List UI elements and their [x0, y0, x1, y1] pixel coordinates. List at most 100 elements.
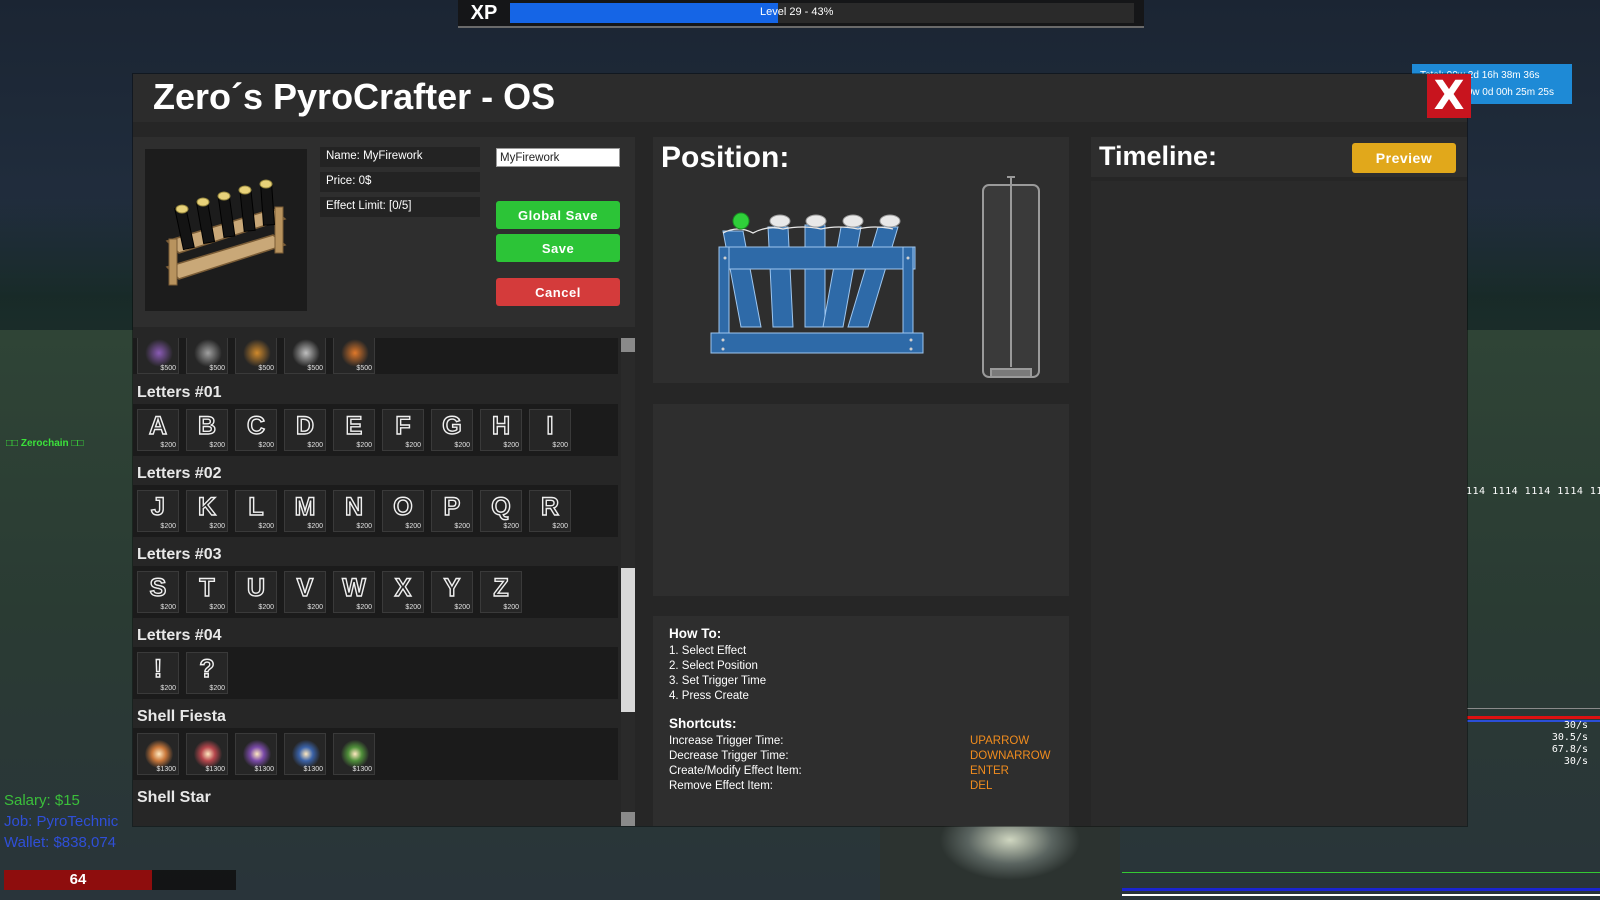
effect-tile[interactable]: F $200 [382, 409, 424, 451]
effect-glyph: Y [443, 573, 461, 602]
effect-tile[interactable]: T $200 [186, 571, 228, 613]
timeline-panel: Timeline: Preview [1091, 137, 1467, 826]
effect-tile[interactable]: X $200 [382, 571, 424, 613]
shell-burst-icon [292, 740, 320, 768]
shell-burst-icon [194, 740, 222, 768]
effect-limit-label: Effect Limit: [0/5] [320, 197, 480, 217]
effect-tile[interactable]: R $200 [529, 490, 571, 532]
scroll-up-arrow[interactable] [621, 338, 635, 352]
effect-tile[interactable]: I $200 [529, 409, 571, 451]
effect-tile[interactable]: L $200 [235, 490, 277, 532]
effect-tile[interactable]: G $200 [431, 409, 473, 451]
effect-glyph: N [344, 492, 364, 521]
rack-position-diagram[interactable] [653, 137, 1069, 383]
effect-glyph: W [341, 573, 366, 602]
effect-tile[interactable]: Y $200 [431, 571, 473, 613]
effect-tile[interactable]: $500 [333, 338, 375, 374]
effect-tile[interactable]: P $200 [431, 490, 473, 532]
effect-tile[interactable]: $500 [284, 338, 326, 374]
firework-name-input[interactable] [496, 148, 620, 167]
effects-list: $500 $500 $500 $500 $500 Letters #01 A $200 B $2… [133, 338, 635, 826]
effect-tile[interactable]: ! $200 [137, 652, 179, 694]
shortcut-action: Remove Effect Item: [669, 780, 773, 792]
effect-tile[interactable]: $500 [137, 338, 179, 374]
effect-tile[interactable]: D $200 [284, 409, 326, 451]
effect-glyph: X [394, 573, 412, 602]
job-text: Job: PyroTechnic [4, 813, 119, 830]
effect-tile[interactable]: K $200 [186, 490, 228, 532]
effect-tile[interactable]: Q $200 [480, 490, 522, 532]
rack-tube [804, 224, 826, 328]
timeline-title: Timeline: [1099, 141, 1218, 171]
global-save-button[interactable]: Global Save [496, 201, 620, 229]
effect-tile[interactable]: ? $200 [186, 652, 228, 694]
effect-tile[interactable]: B $200 [186, 409, 228, 451]
save-button[interactable]: Save [496, 234, 620, 262]
effect-price: $200 [454, 523, 470, 530]
effect-tile[interactable]: $1300 [333, 733, 375, 775]
window-title: Zero´s PyroCrafter - OS [153, 76, 556, 117]
effect-price: $200 [209, 523, 225, 530]
effect-price: $200 [503, 442, 519, 449]
effect-tile[interactable]: J $200 [137, 490, 179, 532]
net-rate: 30/s [1563, 756, 1588, 767]
effect-tile[interactable]: $500 [186, 338, 228, 374]
xp-fill [510, 3, 779, 23]
effect-tile[interactable]: H $200 [480, 409, 522, 451]
xp-track: Level 29 - 43% [510, 3, 1134, 23]
scroll-down-arrow[interactable] [621, 812, 635, 826]
effect-price: $1300 [254, 766, 274, 773]
shortcut-row: Remove Effect Item: DEL [669, 779, 1069, 794]
howto-title: How To: [669, 626, 722, 641]
window-header: Zero´s PyroCrafter - OS [133, 74, 1467, 122]
effect-tile[interactable]: V $200 [284, 571, 326, 613]
effect-tile[interactable]: U $200 [235, 571, 277, 613]
effect-tile[interactable]: Z $200 [480, 571, 522, 613]
shortcut-row: Decrease Trigger Time: DOWNARROW [669, 749, 1069, 764]
effect-glyph: H [491, 411, 511, 440]
effects-top-row: $500 $500 $500 $500 $500 [133, 338, 618, 374]
effect-tile[interactable]: $1300 [186, 733, 228, 775]
effect-tile[interactable]: O $200 [382, 490, 424, 532]
effect-tile[interactable]: W $200 [333, 571, 375, 613]
effect-tile[interactable]: M $200 [284, 490, 326, 532]
shell-burst-icon [145, 740, 173, 768]
shortcut-action: Decrease Trigger Time: [669, 750, 789, 762]
effect-tile-row: J $200 K $200 L $200 M $200 N $200 O $200 P $200 Q $200… [133, 485, 618, 537]
effect-price: $1300 [156, 766, 176, 773]
effect-price: $200 [258, 442, 274, 449]
close-button[interactable]: X [1427, 74, 1471, 118]
effect-tile[interactable]: $1300 [137, 733, 179, 775]
preview-button[interactable]: Preview [1352, 143, 1456, 173]
graph-blue-line [1122, 888, 1600, 891]
effect-price: $200 [160, 604, 176, 611]
xp-bar: XP Level 29 - 43% [458, 0, 1144, 28]
effect-preview-icon [341, 339, 369, 367]
cancel-button[interactable]: Cancel [496, 278, 620, 306]
effect-tile[interactable]: C $200 [235, 409, 277, 451]
rack-tube [767, 226, 794, 328]
effect-tile[interactable]: E $200 [333, 409, 375, 451]
graph-green-line [1122, 872, 1600, 873]
effect-tile[interactable]: S $200 [137, 571, 179, 613]
effect-tile[interactable]: A $200 [137, 409, 179, 451]
pyrocrafter-window: Zero´s PyroCrafter - OS X Name: MyFirewo… [133, 74, 1471, 826]
effect-price: $200 [405, 604, 421, 611]
effect-price: $200 [258, 523, 274, 530]
tube-slot [842, 214, 864, 228]
effect-tile-row: A $200 B $200 C $200 D $200 E $200 F $200 G $200 H $200… [133, 404, 618, 456]
tube-slot [769, 214, 791, 228]
effect-tile[interactable]: $500 [235, 338, 277, 374]
firework-rack-icon [165, 179, 287, 286]
effect-glyph: Z [493, 573, 510, 602]
effect-glyph: I [546, 411, 554, 440]
effect-tile[interactable]: N $200 [333, 490, 375, 532]
timeline-track[interactable] [1091, 181, 1467, 826]
rack-crossbar [718, 246, 916, 270]
effect-preview-icon [194, 339, 222, 367]
effect-preview-icon [145, 339, 173, 367]
effect-tile[interactable]: $1300 [235, 733, 277, 775]
effect-tile[interactable]: $1300 [284, 733, 326, 775]
wallet-text: Wallet: $838,074 [4, 834, 117, 851]
effects-scroll-thumb[interactable] [621, 568, 635, 712]
